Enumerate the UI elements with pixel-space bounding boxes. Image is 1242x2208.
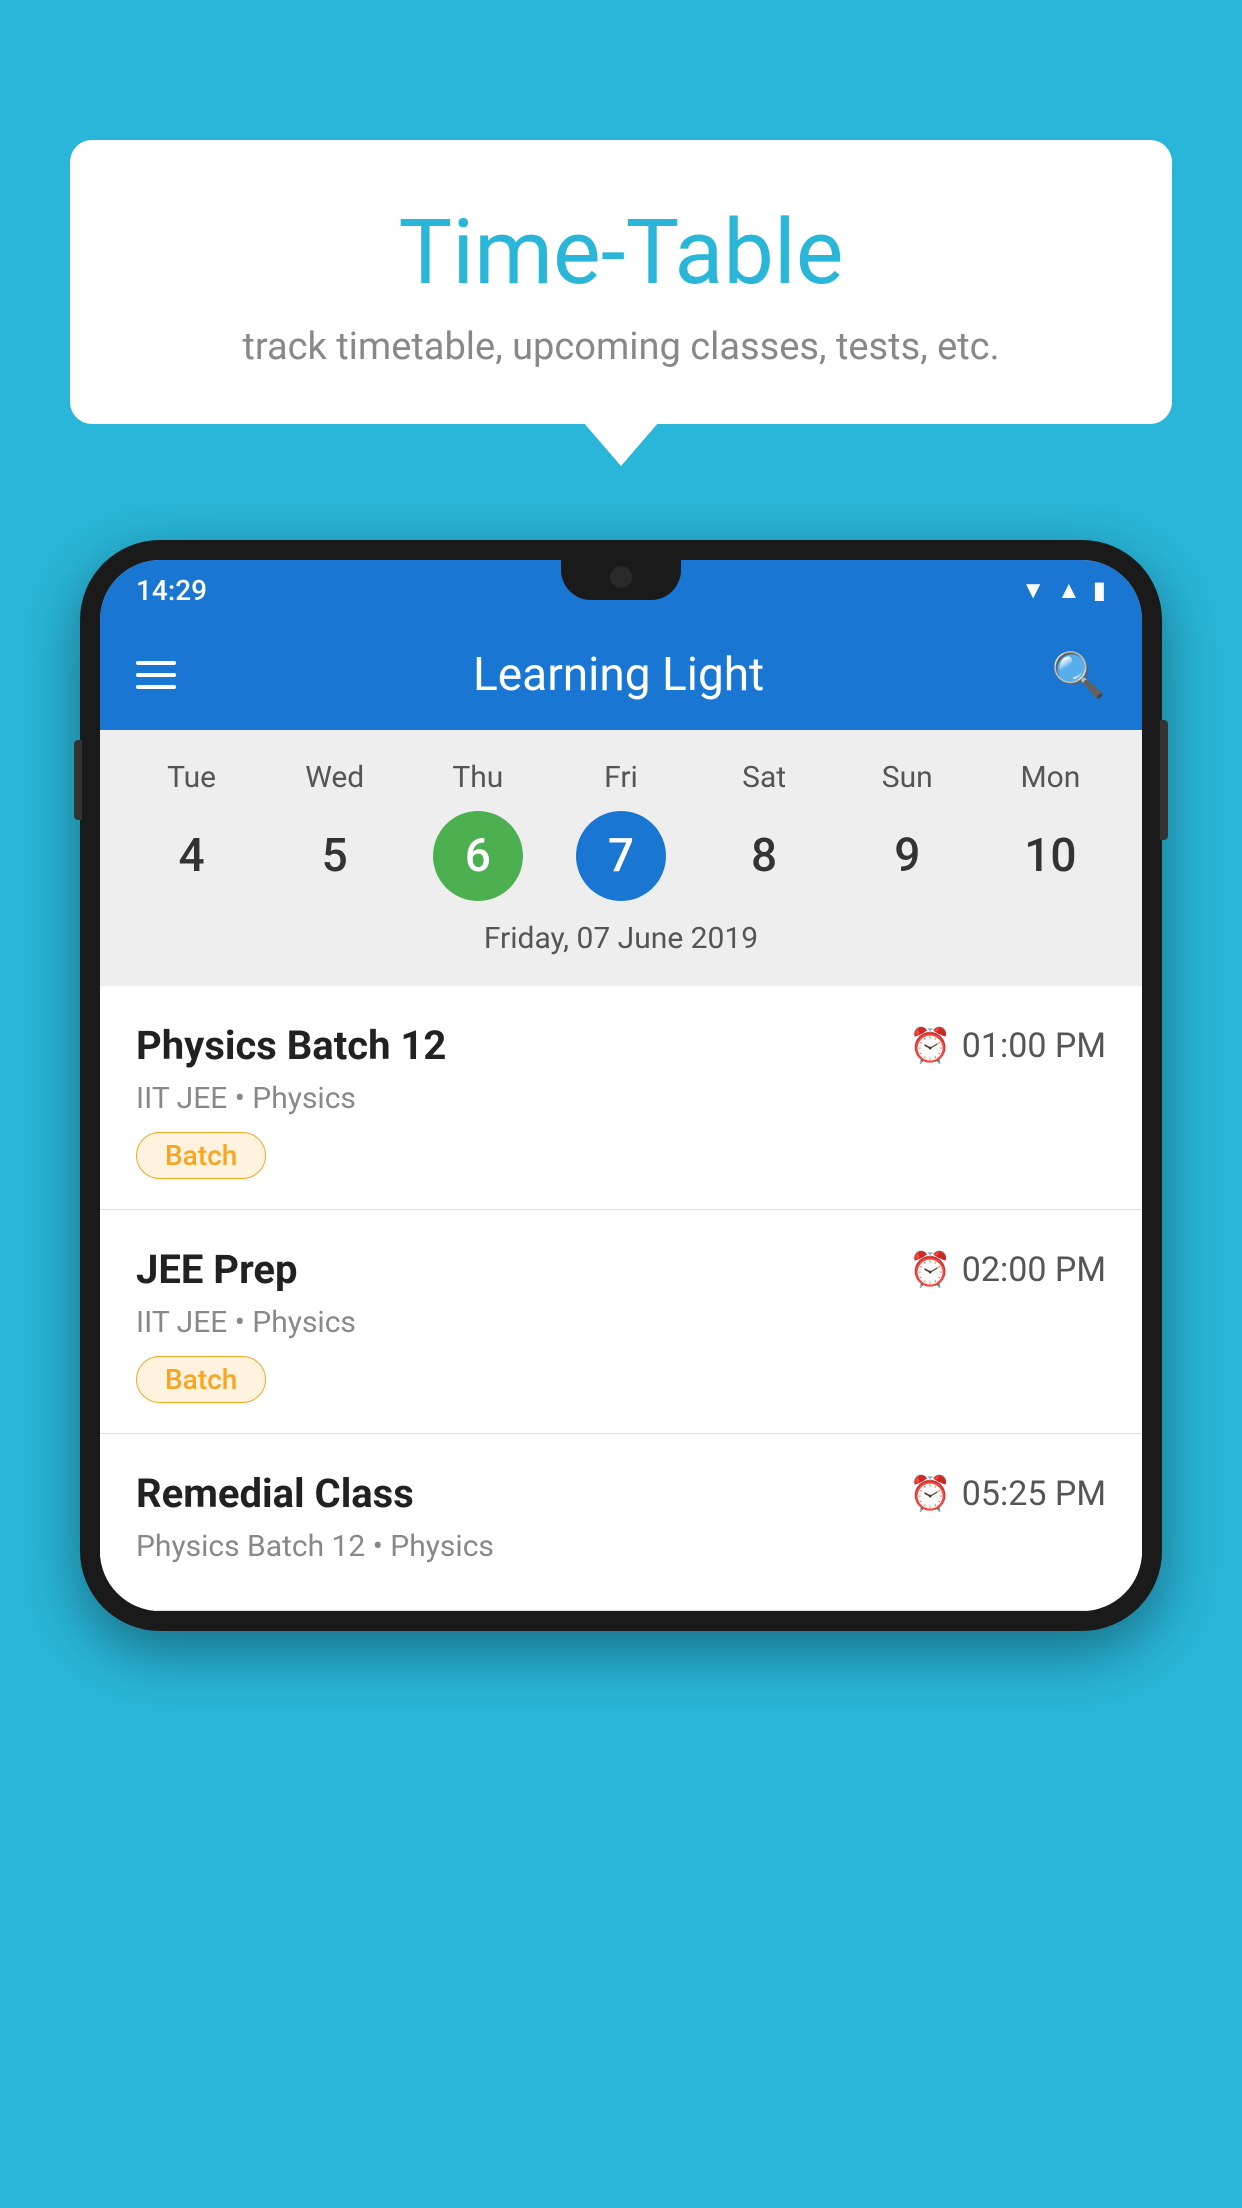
status-icons: ▼ ▲ ▮ bbox=[1021, 576, 1106, 605]
day-number[interactable]: 7 bbox=[576, 811, 666, 901]
hamburger-line-1 bbox=[136, 661, 176, 665]
schedule-time: ⏰ 02:00 PM bbox=[909, 1250, 1106, 1290]
schedule-time: ⏰ 01:00 PM bbox=[909, 1026, 1106, 1066]
schedule-time-text: 02:00 PM bbox=[962, 1250, 1106, 1290]
schedule-subtitle: Physics Batch 12 • Physics bbox=[136, 1529, 1106, 1564]
schedule-item-header: Physics Batch 12 ⏰ 01:00 PM bbox=[136, 1022, 1106, 1069]
batch-badge: Batch bbox=[136, 1356, 266, 1403]
power-button bbox=[1160, 720, 1168, 840]
schedule-title: Remedial Class bbox=[136, 1470, 414, 1517]
day-number[interactable]: 5 bbox=[290, 811, 380, 901]
schedule-time-text: 05:25 PM bbox=[962, 1474, 1106, 1514]
feature-title: Time-Table bbox=[120, 200, 1122, 305]
clock-icon: ⏰ bbox=[909, 1026, 951, 1066]
weekday-label: Fri bbox=[604, 760, 638, 795]
weekday-label: Wed bbox=[305, 760, 364, 795]
feature-subtitle: track timetable, upcoming classes, tests… bbox=[120, 325, 1122, 369]
battery-icon: ▮ bbox=[1093, 576, 1106, 604]
hamburger-line-3 bbox=[136, 685, 176, 689]
day-number[interactable]: 10 bbox=[1005, 811, 1095, 901]
schedule-title: JEE Prep bbox=[136, 1246, 297, 1293]
schedule-item[interactable]: Physics Batch 12 ⏰ 01:00 PM IIT JEE • Physi… bbox=[100, 986, 1142, 1210]
weekday-label: Thu bbox=[452, 760, 503, 795]
hamburger-menu-icon[interactable] bbox=[136, 661, 176, 689]
status-time: 14:29 bbox=[136, 574, 207, 607]
hamburger-line-2 bbox=[136, 673, 176, 677]
weekday-label: Mon bbox=[1020, 760, 1080, 795]
weekday-col-fri[interactable]: Fri 7 bbox=[561, 760, 681, 901]
weekday-label: Sun bbox=[882, 760, 933, 795]
weekday-label: Sat bbox=[742, 760, 786, 795]
schedule-item[interactable]: Remedial Class ⏰ 05:25 PM Physics Batch 12 … bbox=[100, 1434, 1142, 1611]
schedule-list: Physics Batch 12 ⏰ 01:00 PM IIT JEE • Physi… bbox=[100, 986, 1142, 1611]
calendar-section: Tue 4 Wed 5 Thu 6 Fri 7 Sat 8 Sun 9 Mon 10 Friday, 07… bbox=[100, 730, 1142, 986]
signal-icon: ▲ bbox=[1057, 576, 1081, 605]
phone-body: 14:29 ▼ ▲ ▮ Learning Light 🔍 bbox=[80, 540, 1162, 1631]
search-icon[interactable]: 🔍 bbox=[1051, 649, 1106, 701]
speech-bubble: Time-Table track timetable, upcoming cla… bbox=[70, 140, 1172, 424]
weekday-col-tue[interactable]: Tue 4 bbox=[132, 760, 252, 901]
schedule-item-header: JEE Prep ⏰ 02:00 PM bbox=[136, 1246, 1106, 1293]
schedule-item-header: Remedial Class ⏰ 05:25 PM bbox=[136, 1470, 1106, 1517]
phone-camera bbox=[610, 566, 632, 588]
phone-mockup: 14:29 ▼ ▲ ▮ Learning Light 🔍 bbox=[80, 540, 1162, 1631]
schedule-item[interactable]: JEE Prep ⏰ 02:00 PM IIT JEE • Physics Batch bbox=[100, 1210, 1142, 1434]
clock-icon: ⏰ bbox=[909, 1474, 951, 1514]
weekday-col-wed[interactable]: Wed 5 bbox=[275, 760, 395, 901]
weekday-col-sun[interactable]: Sun 9 bbox=[847, 760, 967, 901]
phone-screen: 14:29 ▼ ▲ ▮ Learning Light 🔍 bbox=[100, 560, 1142, 1611]
selected-date-label: Friday, 07 June 2019 bbox=[100, 911, 1142, 976]
schedule-subtitle: IIT JEE • Physics bbox=[136, 1081, 1106, 1116]
weekday-col-mon[interactable]: Mon 10 bbox=[990, 760, 1110, 901]
app-title: Learning Light bbox=[216, 648, 1021, 702]
app-bar: Learning Light 🔍 bbox=[100, 620, 1142, 730]
schedule-time-text: 01:00 PM bbox=[962, 1026, 1106, 1066]
day-number[interactable]: 4 bbox=[147, 811, 237, 901]
schedule-time: ⏰ 05:25 PM bbox=[909, 1474, 1106, 1514]
weekdays-row: Tue 4 Wed 5 Thu 6 Fri 7 Sat 8 Sun 9 Mon 10 bbox=[100, 750, 1142, 911]
speech-bubble-container: Time-Table track timetable, upcoming cla… bbox=[70, 140, 1172, 424]
schedule-subtitle: IIT JEE • Physics bbox=[136, 1305, 1106, 1340]
volume-button bbox=[74, 740, 82, 820]
weekday-col-thu[interactable]: Thu 6 bbox=[418, 760, 538, 901]
day-number[interactable]: 9 bbox=[862, 811, 952, 901]
schedule-title: Physics Batch 12 bbox=[136, 1022, 446, 1069]
batch-badge: Batch bbox=[136, 1132, 266, 1179]
day-number[interactable]: 6 bbox=[433, 811, 523, 901]
weekday-col-sat[interactable]: Sat 8 bbox=[704, 760, 824, 901]
clock-icon: ⏰ bbox=[909, 1250, 951, 1290]
weekday-label: Tue bbox=[167, 760, 216, 795]
wifi-icon: ▼ bbox=[1021, 576, 1045, 605]
day-number[interactable]: 8 bbox=[719, 811, 809, 901]
